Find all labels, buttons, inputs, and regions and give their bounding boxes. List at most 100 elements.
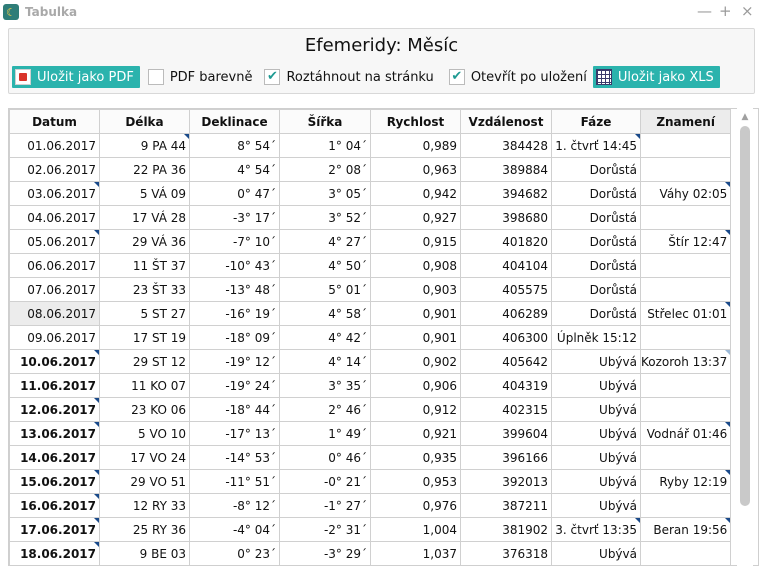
table-cell[interactable]: -1° 27´ <box>279 493 371 518</box>
check-icon[interactable]: ✔ <box>448 69 465 85</box>
table-row[interactable]: 06.06.2017 11 ŠT 37 -10° 43´ 4° 50´ 0,908 404… <box>9 253 732 278</box>
table-cell[interactable]: 0° 47´ <box>189 181 280 206</box>
table-cell[interactable] <box>639 541 732 565</box>
table-cell[interactable]: 3° 35´ <box>279 373 371 398</box>
table-cell[interactable]: -7° 10´ <box>189 229 280 254</box>
table-row[interactable]: 09.06.2017 17 ST 19 -18° 09´ 4° 42´ 0,901 406… <box>9 325 732 350</box>
table-cell[interactable]: 0,921 <box>370 421 461 446</box>
table-cell[interactable]: 1° 04´ <box>279 133 371 158</box>
table-cell[interactable]: 399604 <box>460 421 552 446</box>
table-cell[interactable]: -11° 51´ <box>189 469 280 494</box>
table-cell[interactable]: 17.06.2017 <box>9 517 100 542</box>
table-cell[interactable]: 4° 50´ <box>279 253 371 278</box>
table-row[interactable]: 07.06.2017 23 ŠT 33 -13° 48´ 5° 01´ 0,903 405… <box>9 277 732 302</box>
table-cell[interactable]: Ryby 12:19 <box>639 469 732 494</box>
table-cell[interactable]: 3° 52´ <box>279 205 371 230</box>
table-cell[interactable]: 0,903 <box>370 277 461 302</box>
table-cell[interactable]: 1. čtvrť 14:45 <box>551 133 641 158</box>
vertical-scrollbar[interactable]: ▲ <box>737 108 753 566</box>
column-header[interactable]: Vzdálenost <box>460 109 552 134</box>
table-cell[interactable]: 11 KO 07 <box>99 373 190 398</box>
table-cell[interactable]: 401820 <box>460 229 552 254</box>
table-row[interactable]: 05.06.2017 29 VÁ 36 -7° 10´ 4° 27´ 0,915 4018… <box>9 229 732 254</box>
table-cell[interactable]: -10° 43´ <box>189 253 280 278</box>
table-row[interactable]: 16.06.2017 12 RY 33 -8° 12´ -1° 27´ 0,976 387… <box>9 493 732 518</box>
table-cell[interactable]: 06.06.2017 <box>9 253 100 278</box>
table-cell[interactable]: 5 VO 10 <box>99 421 190 446</box>
table-cell[interactable]: 0,906 <box>370 373 461 398</box>
table-cell[interactable]: -19° 12´ <box>189 349 280 374</box>
table-cell[interactable]: Štír 12:47 <box>639 229 732 254</box>
close-icon[interactable]: × <box>741 2 754 20</box>
table-cell[interactable]: 23 KO 06 <box>99 397 190 422</box>
column-header[interactable]: Fáze <box>551 109 641 134</box>
table-row[interactable]: 02.06.2017 22 PA 36 4° 54´ 2° 08´ 0,963 38988… <box>9 157 732 182</box>
table-cell[interactable]: 1° 49´ <box>279 421 371 446</box>
table-cell[interactable]: 03.06.2017 <box>9 181 100 206</box>
table-cell[interactable]: 3. čtvrť 13:35 <box>551 517 641 542</box>
table-cell[interactable]: 9 BE 03 <box>99 541 190 565</box>
table-cell[interactable]: Ubývá <box>551 349 641 374</box>
table-cell[interactable]: 29 ST 12 <box>99 349 190 374</box>
table-cell[interactable]: Beran 19:56 <box>639 517 732 542</box>
table-cell[interactable]: -18° 09´ <box>189 325 280 350</box>
table-cell[interactable]: 12 RY 33 <box>99 493 190 518</box>
table-cell[interactable]: 09.06.2017 <box>9 325 100 350</box>
pdf-color-checkbox[interactable]: PDF barevně <box>147 69 252 85</box>
table-cell[interactable]: Úplněk 15:12 <box>551 325 641 350</box>
table-cell[interactable]: 387211 <box>460 493 552 518</box>
table-cell[interactable]: Ubývá <box>551 469 641 494</box>
table-cell[interactable]: 18.06.2017 <box>9 541 100 565</box>
table-cell[interactable]: Ubývá <box>551 493 641 518</box>
scroll-up-icon[interactable]: ▲ <box>737 112 753 124</box>
table-cell[interactable]: -3° 29´ <box>279 541 371 565</box>
table-cell[interactable]: 29 VÁ 36 <box>99 229 190 254</box>
table-cell[interactable]: 11 ŠT 37 <box>99 253 190 278</box>
open-after-save-checkbox[interactable]: ✔ Otevřít po uložení <box>448 69 587 85</box>
table-cell[interactable]: -4° 04´ <box>189 517 280 542</box>
table-cell[interactable]: 384428 <box>460 133 552 158</box>
column-header[interactable]: Datum <box>9 109 100 134</box>
table-cell[interactable]: 4° 54´ <box>189 157 280 182</box>
table-cell[interactable]: 15.06.2017 <box>9 469 100 494</box>
table-cell[interactable]: 10.06.2017 <box>9 349 100 374</box>
stretch-checkbox[interactable]: ✔ Roztáhnout na stránku <box>264 69 434 85</box>
table-cell[interactable]: 404104 <box>460 253 552 278</box>
table-cell[interactable]: 0,963 <box>370 157 461 182</box>
table-cell[interactable]: 4° 42´ <box>279 325 371 350</box>
table-cell[interactable]: 3° 05´ <box>279 181 371 206</box>
table-cell[interactable]: 392013 <box>460 469 552 494</box>
save-pdf-button[interactable]: Uložit jako PDF <box>12 66 140 88</box>
table-row[interactable]: 04.06.2017 17 VÁ 28 -3° 17´ 3° 52´ 0,927 3986… <box>9 205 732 230</box>
table-row[interactable]: 12.06.2017 23 KO 06 -18° 44´ 2° 46´ 0,912 402… <box>9 397 732 422</box>
table-cell[interactable]: -3° 17´ <box>189 205 280 230</box>
table-cell[interactable]: 11.06.2017 <box>9 373 100 398</box>
table-cell[interactable]: 405575 <box>460 277 552 302</box>
table-cell[interactable]: -13° 48´ <box>189 277 280 302</box>
table-cell[interactable]: 5° 01´ <box>279 277 371 302</box>
table-cell[interactable]: 4° 14´ <box>279 349 371 374</box>
table-cell[interactable]: 0,901 <box>370 301 461 326</box>
table-cell[interactable]: Dorůstá <box>551 301 641 326</box>
table-cell[interactable]: 14.06.2017 <box>9 445 100 470</box>
table-cell[interactable]: -16° 19´ <box>189 301 280 326</box>
table-cell[interactable]: 0,927 <box>370 205 461 230</box>
column-header[interactable]: Rychlost <box>370 109 461 134</box>
table-cell[interactable]: Dorůstá <box>551 253 641 278</box>
table-cell[interactable] <box>639 325 732 350</box>
table-cell[interactable]: 0,901 <box>370 325 461 350</box>
table-cell[interactable]: 17 VO 24 <box>99 445 190 470</box>
table-cell[interactable]: 07.06.2017 <box>9 277 100 302</box>
table-cell[interactable]: Ubývá <box>551 445 641 470</box>
table-cell[interactable]: 0,935 <box>370 445 461 470</box>
table-cell[interactable]: 376318 <box>460 541 552 565</box>
table-cell[interactable]: 23 ŠT 33 <box>99 277 190 302</box>
table-cell[interactable]: -17° 13´ <box>189 421 280 446</box>
table-cell[interactable]: -14° 53´ <box>189 445 280 470</box>
table-cell[interactable] <box>639 133 732 158</box>
table-cell[interactable]: 405642 <box>460 349 552 374</box>
table-cell[interactable]: 04.06.2017 <box>9 205 100 230</box>
table-cell[interactable]: 17 ST 19 <box>99 325 190 350</box>
column-header[interactable]: Délka <box>99 109 190 134</box>
maximize-icon[interactable]: + <box>719 2 732 20</box>
